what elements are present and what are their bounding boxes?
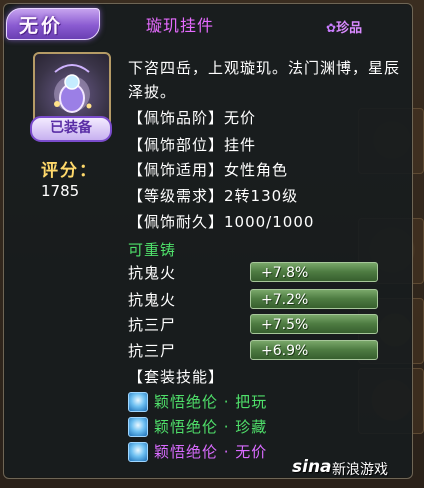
item-description: 下咨四岳，上观璇玑。法门渊博，星辰泽披。 [128, 59, 401, 101]
rarity-label: 珍品 [336, 21, 363, 36]
stat-name: 抗三尸 [128, 316, 177, 334]
stat-value-bar: +7.8% [250, 262, 378, 282]
stat-name: 抗鬼火 [128, 291, 177, 309]
stat-value-bar: +7.2% [250, 289, 378, 309]
attribute-gender: 【佩饰适用】女性角色 [128, 161, 289, 179]
item-name: 璇玑挂件 [146, 16, 215, 35]
attribute-durability: 【佩饰耐久】1000/1000 [128, 213, 315, 231]
stat-value-bar: +6.9% [250, 340, 378, 360]
grade-tag: 无价 [19, 15, 64, 37]
watermark-text: 新浪游戏 [332, 462, 388, 478]
attribute-slot: 【佩饰部位】挂件 [128, 136, 257, 154]
attribute-grade: 【佩饰品阶】无价 [128, 109, 257, 127]
watermark-brand: sina [292, 457, 332, 477]
skill-icon [128, 392, 148, 412]
skill-icon [128, 442, 148, 462]
stat-value-bar: +7.5% [250, 314, 378, 334]
set-skill-label: 颖悟绝伦 · 珍藏 [154, 418, 268, 436]
set-skill-label: 颖悟绝伦 · 把玩 [154, 393, 268, 411]
attribute-level: 【等级需求】2转130级 [128, 187, 299, 205]
set-skill-title: 【套装技能】 [128, 368, 225, 386]
flower-icon: ✿ [326, 21, 337, 35]
skill-icon [128, 417, 148, 437]
item-tooltip: 无价 璇玑挂件 ✿珍品 已装备 评分： 1785 下咨四岳，上观璇玑。法门渊博，… [3, 3, 413, 479]
score-label: 评分： [41, 161, 98, 181]
stat-name: 抗三尸 [128, 342, 177, 360]
set-skill-label: 颖悟绝伦 · 无价 [154, 443, 268, 461]
recast-label: 可重铸 [128, 241, 177, 259]
sina-watermark: sina 新浪游戏 [290, 455, 420, 483]
stat-name: 抗鬼火 [128, 264, 177, 282]
rarity-badge: ✿珍品 [326, 17, 392, 37]
grade-ribbon: 无价 [6, 8, 100, 40]
score-value: 1785 [41, 182, 80, 200]
equipped-badge: 已装备 [30, 116, 112, 142]
